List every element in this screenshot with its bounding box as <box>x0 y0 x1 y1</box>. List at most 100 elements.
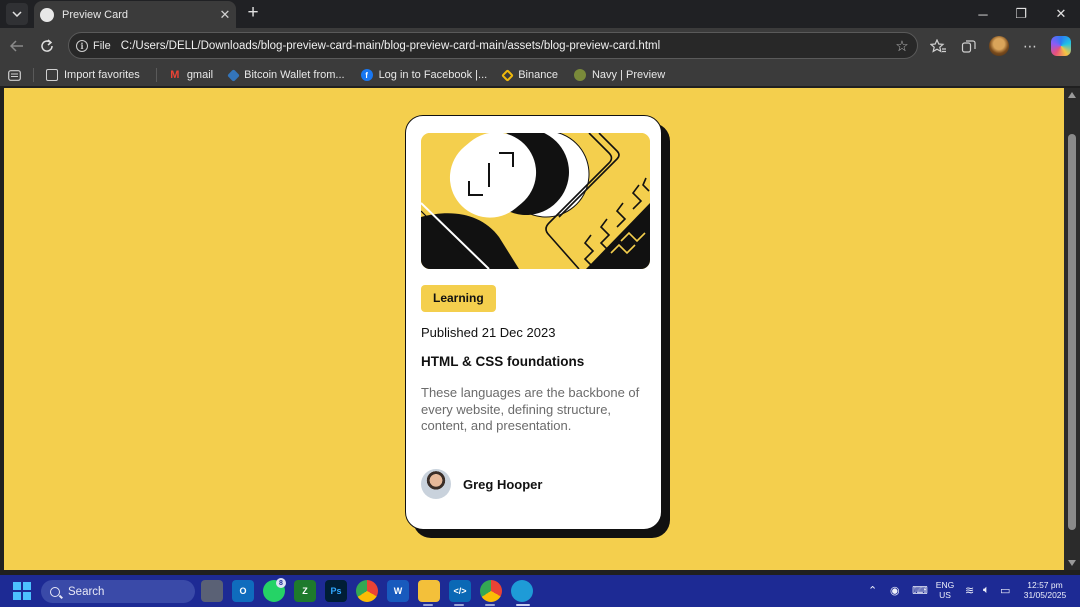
favorites-button[interactable] <box>926 34 950 58</box>
favorite-label: Navy | Preview <box>591 69 666 81</box>
page-viewport: Learning Published 21 Dec 2023 HTML & CS… <box>4 88 1064 570</box>
url-scheme: File <box>93 39 111 52</box>
language-code: ENG <box>935 580 955 590</box>
favorite-import[interactable]: Import favorites <box>46 69 140 81</box>
vscode-icon[interactable]: </> <box>449 580 471 602</box>
favorite-gmail[interactable]: M gmail <box>169 69 213 81</box>
url-text[interactable]: C:/Users/DELL/Downloads/blog-preview-car… <box>121 40 891 52</box>
hero-illustration <box>421 133 650 269</box>
tab-preview-card[interactable]: Preview Card ✕ <box>34 1 236 28</box>
favorite-label: Log in to Facebook |... <box>378 69 488 81</box>
tab-title: Preview Card <box>62 8 129 21</box>
page-favicon-icon <box>40 7 54 22</box>
favorites-list-icon <box>930 38 946 53</box>
favorite-label: gmail <box>186 69 214 81</box>
author: Greg Hooper <box>421 469 542 499</box>
battery-icon[interactable]: ▭ <box>1000 584 1010 597</box>
windows-logo-icon <box>23 582 31 590</box>
task-view-icon[interactable] <box>201 580 223 602</box>
wifi-icon[interactable]: ≋ <box>965 584 974 597</box>
profile-button[interactable] <box>987 34 1011 58</box>
binance-icon <box>501 68 515 82</box>
card-description: These languages are the backbone of ever… <box>421 385 640 433</box>
windows-logo-icon <box>13 582 21 590</box>
refresh-icon <box>41 39 53 52</box>
address-row: i File C:/Users/DELL/Downloads/blog-prev… <box>0 28 1080 64</box>
more-options-button[interactable]: ⋯ <box>1018 34 1042 58</box>
collections-icon <box>961 40 976 53</box>
running-indicator-active <box>516 604 530 606</box>
windows-logo-icon <box>13 592 21 600</box>
site-info-icon[interactable]: i <box>76 39 88 52</box>
category-tag: Learning <box>421 285 496 312</box>
search-icon <box>50 586 60 597</box>
tab-actions-button[interactable] <box>6 3 28 25</box>
favorites-divider <box>33 68 34 82</box>
author-name: Greg Hooper <box>463 476 543 492</box>
windows-logo-icon <box>23 592 31 600</box>
tray-app-icon[interactable]: ◉ <box>890 584 900 597</box>
copilot-button[interactable] <box>1049 34 1073 58</box>
whatsapp-badge: 8 <box>276 578 286 588</box>
back-button[interactable] <box>5 34 29 58</box>
navy-icon <box>573 69 586 81</box>
file-explorer-icon[interactable] <box>418 580 440 602</box>
input-language[interactable]: ENG US <box>933 580 957 600</box>
scroll-down-arrow-icon[interactable] <box>1068 560 1076 566</box>
favorites-menu-button[interactable] <box>8 69 21 81</box>
taskbar: Search O 8 Z Ps W </> ⌃ ◉ ⌨ ENG US ≋ 🔈︎ … <box>0 575 1080 607</box>
edge-icon[interactable] <box>511 580 533 602</box>
gmail-icon: M <box>170 69 180 81</box>
scroll-thumb[interactable] <box>1068 134 1076 530</box>
refresh-button[interactable] <box>35 34 59 58</box>
favorite-label: Import favorites <box>64 69 140 81</box>
favorite-facebook[interactable]: f Log in to Facebook |... <box>360 69 488 81</box>
back-arrow-icon <box>10 40 23 52</box>
clock[interactable]: 12:57 pm 31/05/2025 <box>1018 580 1072 600</box>
profile-avatar <box>989 36 1009 56</box>
card-title[interactable]: HTML & CSS foundations <box>421 354 584 369</box>
restore-button[interactable]: ❐ <box>1002 0 1040 28</box>
import-icon <box>46 69 58 81</box>
chevron-down-icon <box>12 11 22 17</box>
running-indicator <box>423 604 433 606</box>
favorites-menu-icon <box>8 69 21 81</box>
start-button[interactable] <box>13 582 31 600</box>
volume-icon[interactable]: 🔈︎ <box>983 584 990 597</box>
region-code: US <box>939 590 951 600</box>
word-icon[interactable]: W <box>387 580 409 602</box>
clock-time: 12:57 pm <box>1027 580 1063 590</box>
favorite-label: Bitcoin Wallet from... <box>244 69 345 81</box>
close-window-button[interactable]: ✕ <box>1042 0 1080 28</box>
chrome-profile-icon[interactable] <box>480 580 502 602</box>
more-icon: ⋯ <box>1023 37 1037 54</box>
collections-button[interactable] <box>957 34 981 58</box>
blog-preview-card: Learning Published 21 Dec 2023 HTML & CS… <box>405 115 662 530</box>
chrome-icon[interactable] <box>356 580 378 602</box>
keyboard-icon[interactable]: ⌨ <box>912 584 928 597</box>
outlook-icon[interactable]: O <box>232 580 254 602</box>
clock-date: 31/05/2025 <box>1023 590 1067 600</box>
scroll-up-arrow-icon[interactable] <box>1068 92 1076 98</box>
photoshop-icon[interactable]: Ps <box>325 580 347 602</box>
published-date: Published 21 Dec 2023 <box>421 325 556 340</box>
bitcoin-wallet-icon <box>227 68 240 82</box>
copilot-icon <box>1051 36 1071 56</box>
favorite-star-icon[interactable]: ☆ <box>891 37 913 55</box>
favorite-label: Binance <box>518 69 558 81</box>
illustration-image <box>421 133 650 269</box>
author-avatar <box>421 469 451 499</box>
minimize-button[interactable]: ─ <box>964 0 1002 28</box>
page-scrollbar[interactable] <box>1064 88 1080 570</box>
show-hidden-icons-icon[interactable]: ⌃ <box>868 584 877 597</box>
close-tab-icon[interactable]: ✕ <box>214 7 236 23</box>
favorite-navy[interactable]: Navy | Preview <box>573 69 666 81</box>
favorite-bitcoin-wallet[interactable]: Bitcoin Wallet from... <box>227 68 345 82</box>
tab-bar: Preview Card ✕ + ─ ❐ ✕ <box>0 0 1080 28</box>
taskbar-search[interactable]: Search <box>41 580 195 603</box>
favorite-binance[interactable]: Binance <box>501 68 558 82</box>
running-indicator <box>485 604 495 606</box>
address-bar[interactable]: i File C:/Users/DELL/Downloads/blog-prev… <box>68 32 918 59</box>
new-tab-button[interactable]: + <box>242 3 264 25</box>
zoom-app-icon[interactable]: Z <box>294 580 316 602</box>
